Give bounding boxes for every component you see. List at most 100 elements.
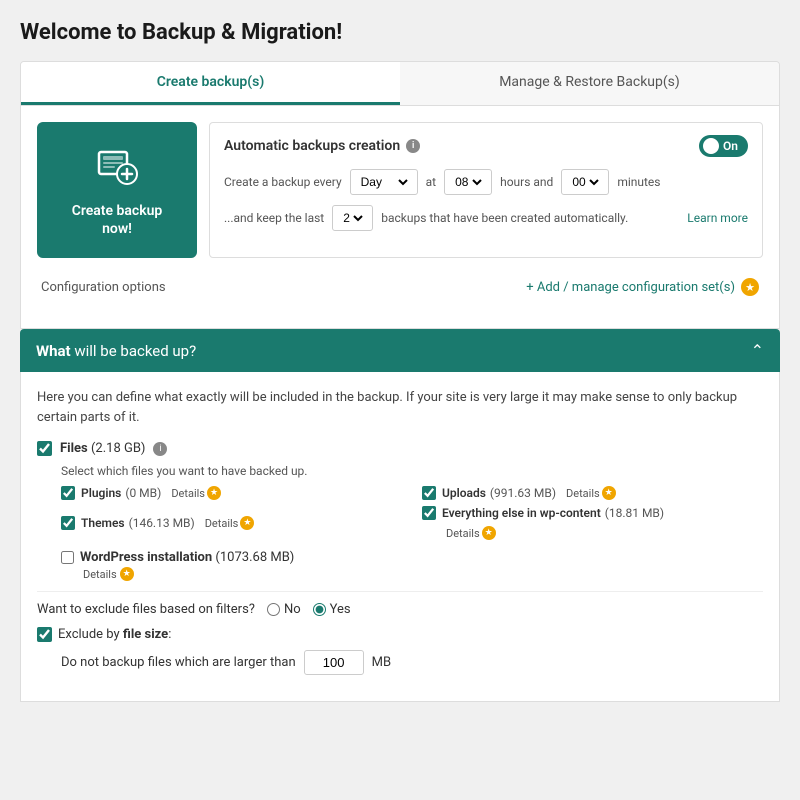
uploads-name: Uploads [442, 486, 486, 500]
hours-label: hours and [500, 175, 553, 189]
plugins-checkbox[interactable] [61, 486, 75, 500]
tab-manage-restore[interactable]: Manage & Restore Backup(s) [400, 62, 779, 105]
hours-select[interactable]: 08 [444, 169, 492, 195]
section-title-rest: will be backed up? [71, 342, 197, 360]
exclude-size-label: Exclude by file size: [58, 627, 171, 642]
backup-section: What will be backed up? ⌃ Here you can d… [20, 329, 780, 702]
wp-install-row: WordPress installation (1073.68 MB) Deta… [61, 550, 763, 581]
files-size: (2.18 GB) [91, 441, 146, 456]
add-config-icon: ★ [741, 278, 759, 296]
plugins-item: Plugins (0 MB) Details ★ [61, 486, 402, 500]
auto-backup-title-text: Automatic backups creation [224, 138, 400, 154]
do-not-backup-label: Do not backup files which are larger tha… [61, 655, 296, 670]
section-title-bold: What [36, 342, 71, 360]
hours-select-input[interactable]: 08 [451, 174, 485, 190]
frequency-label: Create a backup every [224, 175, 342, 189]
files-info-icon[interactable]: i [153, 442, 167, 456]
wp-install-details-icon: ★ [120, 567, 134, 581]
page-title: Welcome to Backup & Migration! [20, 20, 780, 45]
files-checkbox-row: Files (2.18 GB) i [37, 441, 763, 456]
wp-install-details-text: Details [83, 568, 117, 581]
add-config-label: + Add / manage configuration set(s) [526, 280, 735, 295]
minutes-select[interactable]: 00 [561, 169, 609, 195]
plugins-details[interactable]: Details ★ [171, 486, 221, 500]
exclude-yes-option[interactable]: Yes [313, 602, 351, 617]
uploads-label: Uploads (991.63 MB) [442, 486, 556, 500]
auto-backup-info-icon[interactable]: i [406, 139, 420, 153]
wp-install-label: WordPress installation (1073.68 MB) [80, 550, 294, 565]
files-label: Files (2.18 GB) [60, 441, 145, 456]
everything-else-name: Everything else in wp-content [442, 506, 601, 520]
main-content: Create backup now! Automatic backups cre… [20, 106, 780, 329]
exclude-size-checkbox[interactable] [37, 627, 52, 642]
tab-create-backups[interactable]: Create backup(s) [21, 62, 400, 105]
everything-else-size: (18.81 MB) [605, 506, 664, 520]
backup-icon [93, 142, 141, 194]
keep-suffix: backups that have been created automatic… [381, 211, 628, 225]
keep-select-input[interactable]: 2 3 5 [339, 210, 366, 226]
minutes-select-input[interactable]: 00 [568, 174, 602, 190]
exclude-no-label: No [284, 602, 301, 617]
files-sub-label: Select which files you want to have back… [61, 464, 763, 478]
wp-install-inner: WordPress installation (1073.68 MB) [61, 550, 763, 565]
plugins-details-icon: ★ [207, 486, 221, 500]
themes-checkbox[interactable] [61, 516, 75, 530]
section-description: Here you can define what exactly will be… [37, 388, 763, 427]
uploads-details-icon: ★ [602, 486, 616, 500]
divider [37, 591, 763, 592]
everything-else-item: Everything else in wp-content (18.81 MB)… [422, 506, 763, 540]
frequency-select-input[interactable]: Day Week Month [357, 174, 411, 190]
themes-label: Themes (146.13 MB) [81, 516, 195, 530]
files-grid: Plugins (0 MB) Details ★ Uploads (991.63… [61, 486, 763, 540]
exclude-no-option[interactable]: No [267, 602, 301, 617]
section-title: What will be backed up? [36, 342, 196, 360]
uploads-size: (991.63 MB) [490, 486, 556, 500]
plugins-size: (0 MB) [125, 486, 161, 500]
config-label: Configuration options [41, 280, 166, 295]
tabs-container: Create backup(s) Manage & Restore Backup… [20, 61, 780, 106]
uploads-checkbox[interactable] [422, 486, 436, 500]
everything-else-checkbox[interactable] [422, 506, 436, 520]
frequency-select[interactable]: Day Week Month [350, 169, 418, 195]
create-backup-label: Create backup now! [72, 202, 163, 238]
toggle-circle [703, 138, 719, 154]
keep-select[interactable]: 2 3 5 [332, 205, 373, 231]
everything-else-details-text: Details [446, 527, 480, 540]
uploads-item: Uploads (991.63 MB) Details ★ [422, 486, 763, 500]
wp-install-checkbox[interactable] [61, 551, 74, 564]
wp-install-size: (1073.68 MB) [215, 550, 294, 565]
keep-label: ...and keep the last [224, 211, 324, 225]
at-label: at [426, 175, 436, 189]
section-header: What will be backed up? ⌃ [20, 329, 780, 372]
wp-install-details[interactable]: Details ★ [83, 567, 763, 581]
auto-backup-toggle[interactable]: On [699, 135, 748, 157]
config-row: Configuration options + Add / manage con… [37, 270, 763, 304]
everything-else-label: Everything else in wp-content (18.81 MB) [442, 506, 664, 520]
collapse-icon[interactable]: ⌃ [751, 341, 764, 360]
section-body: Here you can define what exactly will be… [20, 372, 780, 702]
create-backup-now-button[interactable]: Create backup now! [37, 122, 197, 258]
auto-backup-title: Automatic backups creation i [224, 138, 420, 154]
exclude-yes-radio[interactable] [313, 603, 326, 616]
files-checkbox[interactable] [37, 441, 52, 456]
keep-row: ...and keep the last 2 3 5 backups that … [224, 205, 748, 231]
themes-size: (146.13 MB) [129, 516, 195, 530]
exclude-no-radio[interactable] [267, 603, 280, 616]
uploads-details[interactable]: Details ★ [566, 486, 616, 500]
plugins-label: Plugins (0 MB) [81, 486, 161, 500]
everything-else-details-icon: ★ [482, 526, 496, 540]
exclude-size-title: Exclude by file size: [37, 627, 763, 642]
exclude-yes-label: Yes [330, 602, 351, 617]
themes-details[interactable]: Details ★ [205, 516, 255, 530]
plugins-name: Plugins [81, 486, 121, 500]
exclude-filters-row: Want to exclude files based on filters? … [37, 602, 763, 617]
files-label-text: Files [60, 441, 88, 456]
auto-backup-panel: Automatic backups creation i On Create a… [209, 122, 763, 258]
size-unit: MB [372, 655, 391, 670]
learn-more-link[interactable]: Learn more [687, 211, 748, 225]
size-input[interactable] [304, 650, 364, 675]
everything-else-details[interactable]: Details ★ [446, 526, 496, 540]
exclude-by-bold: file size [123, 627, 168, 642]
exclude-colon: : [168, 627, 171, 642]
add-config-button[interactable]: + Add / manage configuration set(s) ★ [526, 278, 759, 296]
